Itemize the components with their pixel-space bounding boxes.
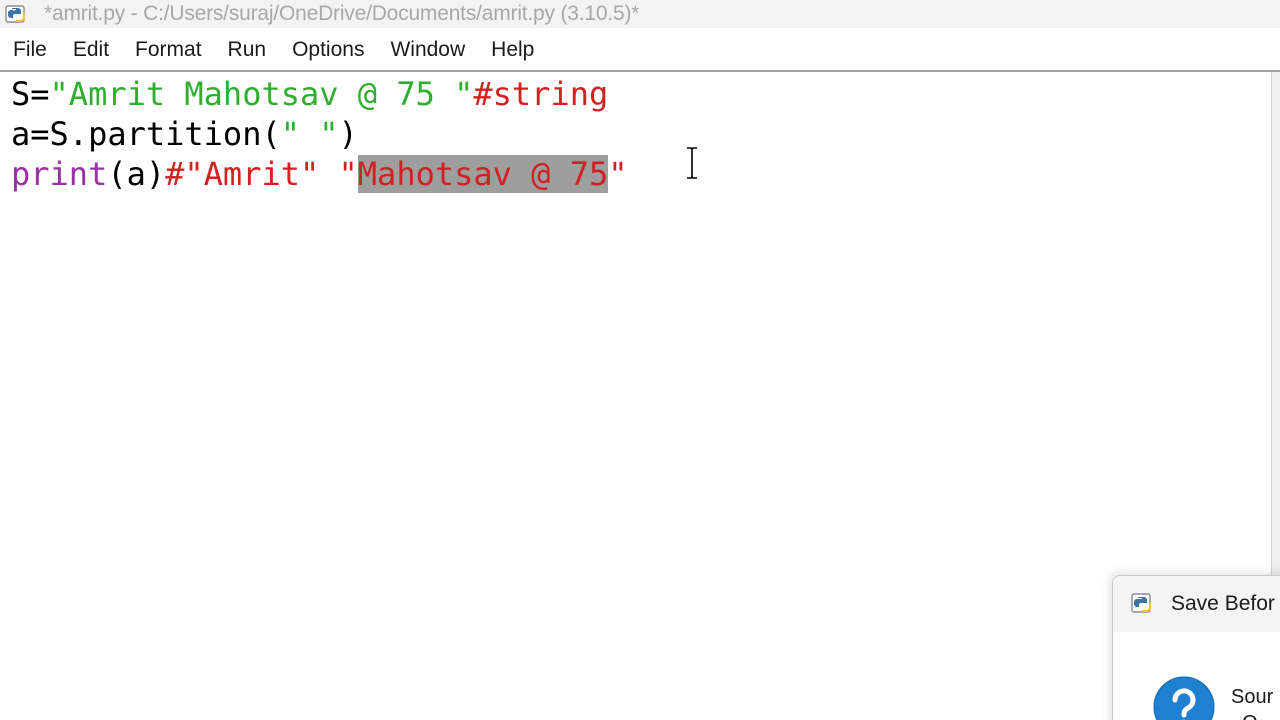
comment: #string: [473, 75, 609, 113]
menu-help[interactable]: Help: [478, 38, 547, 62]
menu-file[interactable]: File: [0, 38, 60, 62]
selected-text: Mahotsav @ 75: [357, 155, 609, 193]
dialog-message-line-1: Sour: [1231, 686, 1274, 708]
code-editor[interactable]: S="Amrit Mahotsav @ 75 "#string a=S.part…: [0, 72, 1270, 720]
code-token: ): [338, 115, 358, 153]
idle-window: *amrit.py - C:/Users/suraj/OneDrive/Docu…: [0, 0, 1280, 720]
dialog-title: Save Befor: [1171, 592, 1275, 615]
menu-format[interactable]: Format: [122, 38, 215, 62]
dialog-message-line-2: O: [1231, 712, 1258, 720]
comment-end: ": [608, 155, 628, 193]
code-line-2: a=S.partition(" "): [11, 114, 358, 154]
menu-options[interactable]: Options: [279, 38, 377, 62]
save-dialog: Save Befor Sour O: [1112, 575, 1280, 720]
builtin-print: print: [11, 155, 108, 193]
code-token: S=: [11, 75, 50, 113]
code-line-3: print(a)#"Amrit" "Mahotsav @ 75": [11, 154, 628, 194]
dialog-message: Sour O: [1231, 684, 1273, 720]
python-icon: [1129, 590, 1159, 618]
menu-edit[interactable]: Edit: [60, 38, 122, 62]
comment: #"Amrit" ": [165, 155, 358, 193]
string-literal: " ": [280, 115, 339, 153]
question-icon: [1153, 676, 1215, 720]
menu-bar: File Edit Format Run Options Window Help: [0, 30, 1280, 72]
ibeam-cursor-icon: [687, 147, 697, 179]
python-icon: [4, 2, 34, 26]
string-literal: "Amrit Mahotsav @ 75 ": [49, 75, 474, 113]
menu-window[interactable]: Window: [377, 38, 478, 62]
menu-run[interactable]: Run: [215, 38, 280, 62]
code-line-1: S="Amrit Mahotsav @ 75 "#string: [11, 74, 608, 114]
dialog-header[interactable]: Save Befor: [1113, 576, 1280, 632]
code-token: a=S.partition(: [11, 115, 281, 153]
code-token: (a): [107, 155, 166, 193]
title-bar[interactable]: *amrit.py - C:/Users/suraj/OneDrive/Docu…: [0, 0, 1280, 28]
window-title: *amrit.py - C:/Users/suraj/OneDrive/Docu…: [44, 2, 640, 25]
